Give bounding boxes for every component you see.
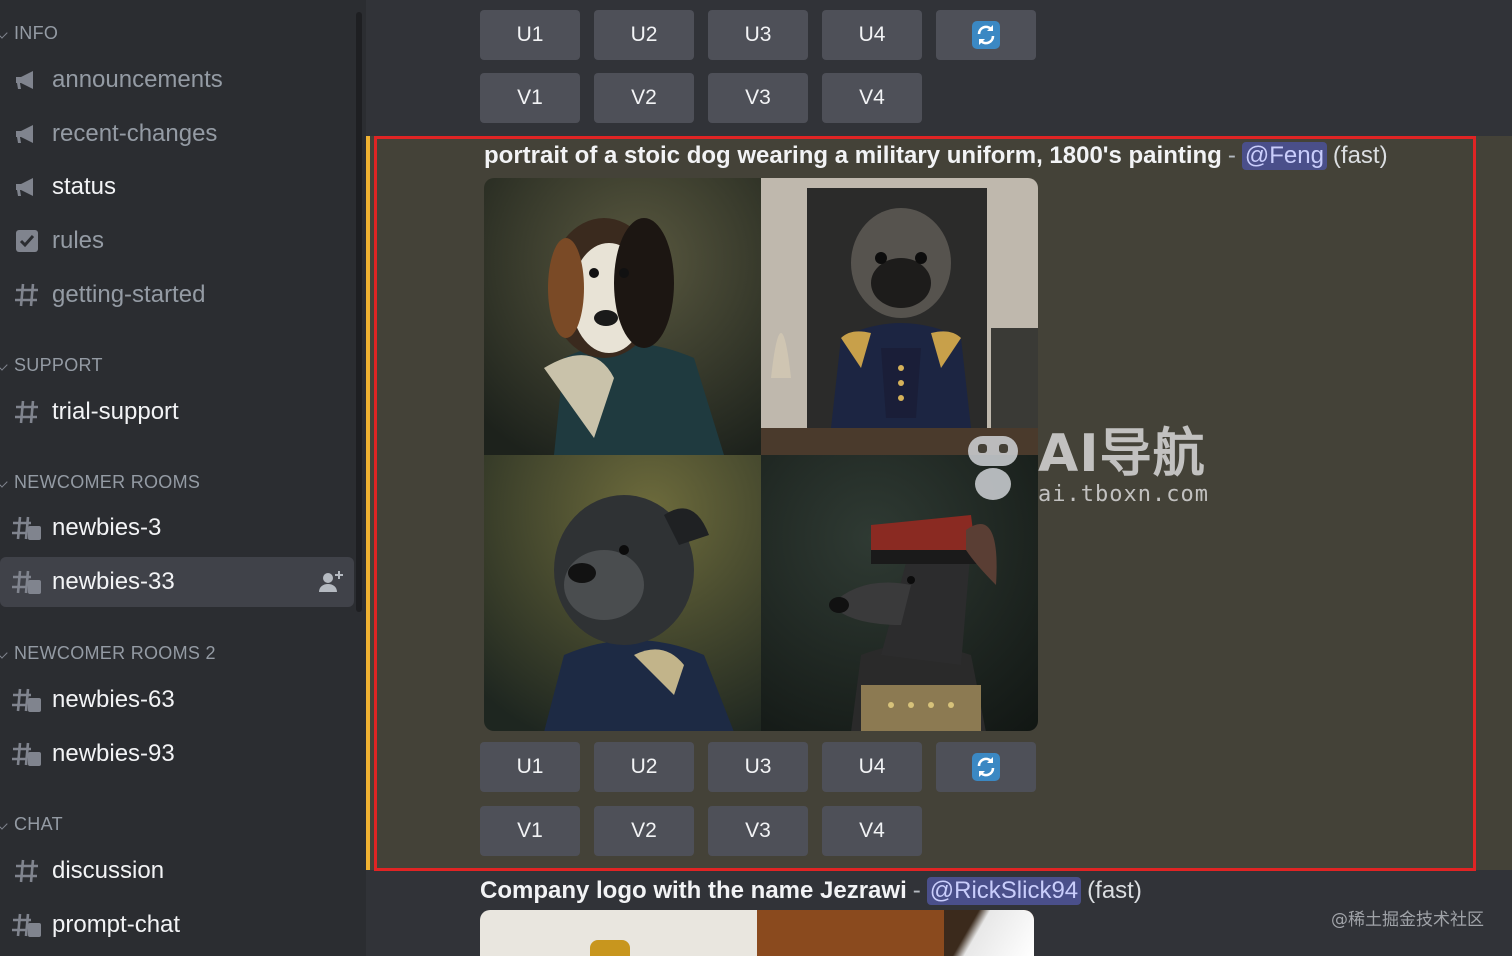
- generated-image-grid[interactable]: [484, 178, 1038, 731]
- prompt-text: portrait of a stoic dog wearing a milita…: [484, 142, 1222, 169]
- dog-portrait-3: [484, 454, 761, 731]
- category-newcomer-rooms[interactable]: NEWCOMER ROOMS: [0, 469, 200, 495]
- refresh-icon: [972, 21, 1000, 49]
- speed-label: (fast): [1087, 877, 1142, 904]
- channel-prompt-chat[interactable]: prompt-chat: [0, 900, 354, 950]
- megaphone-icon: [12, 65, 42, 95]
- logo-image-1: [480, 910, 757, 956]
- dog-portrait-1: [484, 178, 761, 455]
- message-header: portrait of a stoic dog wearing a milita…: [484, 142, 1388, 170]
- variation-3-button[interactable]: V3: [708, 73, 808, 123]
- channel-newbies-3[interactable]: newbies-3: [0, 503, 354, 553]
- channel-discussion[interactable]: discussion: [0, 846, 354, 896]
- variation-3-button[interactable]: V3: [708, 806, 808, 856]
- highlighted-message: portrait of a stoic dog wearing a milita…: [366, 136, 1512, 870]
- chevron-down-icon: [0, 476, 8, 488]
- chevron-down-icon: [0, 359, 8, 371]
- reroll-button[interactable]: [936, 742, 1036, 792]
- category-info[interactable]: INFO: [0, 20, 58, 46]
- upscale-4-button[interactable]: U4: [822, 742, 922, 792]
- sidebar-scrollbar[interactable]: [356, 12, 362, 612]
- variation-2-button[interactable]: V2: [594, 73, 694, 123]
- channel-announcements[interactable]: announcements: [0, 55, 354, 105]
- category-chat[interactable]: CHAT: [0, 811, 63, 837]
- upscale-4-button[interactable]: U4: [822, 10, 922, 60]
- hash-icon: [12, 397, 42, 427]
- refresh-icon: [972, 753, 1000, 781]
- user-mention[interactable]: @Feng: [1241, 142, 1327, 170]
- prompt-text: Company logo with the name Jezrawi: [480, 877, 907, 904]
- speed-label: (fast): [1332, 142, 1388, 169]
- variation-1-button[interactable]: V1: [480, 806, 580, 856]
- message-header: Company logo with the name Jezrawi - @Ri…: [480, 877, 1142, 905]
- hash-icon: [12, 280, 42, 310]
- variation-1-button[interactable]: V1: [480, 73, 580, 123]
- category-newcomer-rooms-2[interactable]: NEWCOMER ROOMS 2: [0, 640, 216, 666]
- robot-logo-icon: [968, 435, 1018, 500]
- logo-image-2: [757, 910, 1034, 956]
- channel-getting-started[interactable]: getting-started: [0, 270, 354, 320]
- channel-rules[interactable]: rules: [0, 216, 354, 266]
- channel-newbies-93[interactable]: newbies-93: [0, 729, 354, 779]
- channel-status[interactable]: status: [0, 162, 354, 212]
- channel-newbies-63[interactable]: newbies-63: [0, 675, 354, 725]
- checkbox-icon: [12, 226, 42, 256]
- source-watermark: @稀土掘金技术社区: [1331, 910, 1484, 930]
- watermark: AI导航 ai.tboxn.com: [962, 428, 1209, 507]
- add-member-icon[interactable]: [318, 569, 344, 595]
- chevron-down-icon: [0, 818, 8, 830]
- variation-4-button[interactable]: V4: [822, 806, 922, 856]
- generated-image-grid-partial[interactable]: [480, 910, 1034, 956]
- chevron-down-icon: [0, 27, 8, 39]
- hash-thread-icon: [12, 685, 42, 715]
- channel-recent-changes[interactable]: recent-changes: [0, 109, 354, 159]
- hash-thread-icon: [12, 910, 42, 940]
- user-mention[interactable]: @RickSlick94: [926, 877, 1082, 905]
- upscale-2-button[interactable]: U2: [594, 10, 694, 60]
- chat-area: U1 U2 U3 U4 V1 V2 V3 V4 portrait of a st…: [366, 0, 1512, 956]
- channel-sidebar: INFO announcements recent-changes status…: [0, 0, 366, 956]
- upscale-1-button[interactable]: U1: [480, 742, 580, 792]
- megaphone-icon: [12, 172, 42, 202]
- variation-2-button[interactable]: V2: [594, 806, 694, 856]
- megaphone-icon: [12, 119, 42, 149]
- channel-trial-support[interactable]: trial-support: [0, 387, 354, 437]
- category-support[interactable]: SUPPORT: [0, 352, 103, 378]
- hash-icon: [12, 856, 42, 886]
- hash-thread-icon: [12, 739, 42, 769]
- upscale-2-button[interactable]: U2: [594, 742, 694, 792]
- upscale-1-button[interactable]: U1: [480, 10, 580, 60]
- channel-newbies-33[interactable]: newbies-33: [0, 557, 354, 607]
- hash-thread-icon: [12, 567, 42, 597]
- upscale-3-button[interactable]: U3: [708, 10, 808, 60]
- dog-portrait-2: [761, 178, 1038, 455]
- reroll-button[interactable]: [936, 10, 1036, 60]
- upscale-3-button[interactable]: U3: [708, 742, 808, 792]
- hash-thread-icon: [12, 513, 42, 543]
- variation-4-button[interactable]: V4: [822, 73, 922, 123]
- chevron-down-icon: [0, 647, 8, 659]
